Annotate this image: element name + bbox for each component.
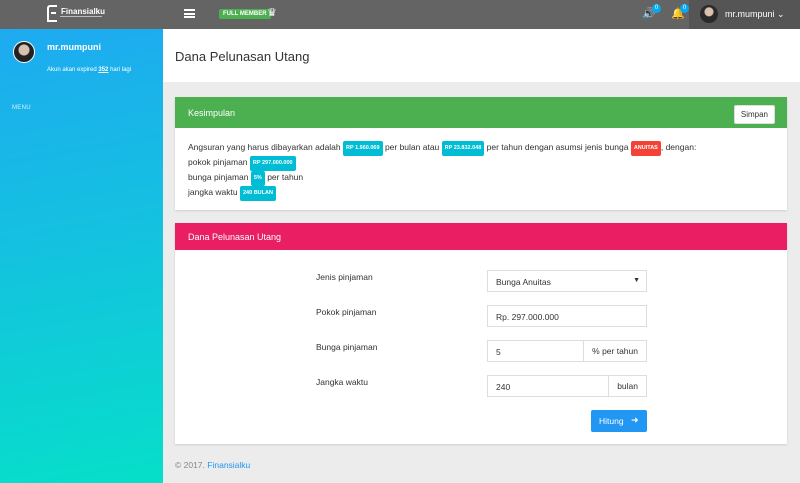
loan-type-label: Jenis pinjaman <box>316 272 373 282</box>
summary-card: Kesimpulan Simpan Angsuran yang harus di… <box>175 97 787 210</box>
arrow-right-icon: ➜ <box>631 415 639 425</box>
sidebar-user-name: mr.mumpuni <box>47 42 102 52</box>
chevron-down-icon: ⌄ <box>777 9 785 19</box>
account-expiry-text: Akun akan expired 352 hari lagi <box>47 67 132 73</box>
term-input[interactable]: 240 bulan <box>487 375 647 397</box>
sidebar-avatar <box>13 41 35 63</box>
monthly-installment-tag: RP 1.960.069 <box>343 141 383 156</box>
hamburger-menu-icon[interactable] <box>184 9 195 18</box>
loan-form-title: Dana Pelunasan Utang <box>188 232 282 242</box>
brand-name: Finansialku <box>61 7 106 16</box>
interest-rate-input[interactable]: 5 % per tahun <box>487 340 647 362</box>
interest-type-tag: ANUITAS <box>630 141 661 156</box>
term-unit-addon: bulan <box>608 376 646 396</box>
loan-form-card: Dana Pelunasan Utang Jenis pinjaman Bung… <box>175 223 787 444</box>
loan-type-select[interactable]: Bunga Anuitas ▼ <box>487 270 647 292</box>
yearly-installment-tag: RP 23.832.048 <box>441 141 485 156</box>
logo-icon <box>47 5 57 22</box>
summary-title: Kesimpulan <box>188 108 236 118</box>
user-menu[interactable]: mr.mumpuni ⌄ <box>689 0 800 29</box>
brand-logo[interactable]: Finansialku <box>47 5 105 22</box>
avatar <box>700 5 718 23</box>
summary-card-header: Kesimpulan Simpan <box>175 97 787 128</box>
loan-form-header: Dana Pelunasan Utang <box>175 223 787 250</box>
summary-text: Angsuran yang harus dibayarkan adalah RP… <box>188 141 696 201</box>
rate-tag: 5% <box>250 171 265 186</box>
term-label: Jangka waktu <box>316 377 368 387</box>
footer: © 2017. Finansialku <box>175 460 251 470</box>
footer-link[interactable]: Finansialku <box>207 460 250 470</box>
brand-underline <box>60 16 102 17</box>
principal-input[interactable]: Rp. 297.000.000 <box>487 305 647 327</box>
rate-unit-addon: % per tahun <box>583 341 646 361</box>
user-name: mr.mumpuni ⌄ <box>725 9 785 19</box>
page-title: Dana Pelunasan Utang <box>175 49 310 64</box>
sidebar: mr.mumpuni Akun akan expired 352 hari la… <box>0 29 163 483</box>
save-button[interactable]: Simpan <box>733 105 775 124</box>
top-navbar: Finansialku FULL MEMBER ♛ 🔊 0 🔔 0 mr.mum… <box>0 0 800 29</box>
speaker-count-badge: 0 <box>652 4 661 13</box>
interest-rate-label: Bunga pinjaman <box>316 342 378 352</box>
crown-icon: ♛ <box>267 7 277 19</box>
principal-label: Pokok pinjaman <box>316 307 377 317</box>
principal-tag: RP 297.000.000 <box>249 156 296 171</box>
member-badge: FULL MEMBER <box>219 9 271 19</box>
term-tag: 240 BULAN <box>240 186 276 201</box>
calculate-button[interactable]: Hitung ➜ <box>591 410 647 432</box>
sidebar-menu-heading: MENU <box>12 105 31 111</box>
chevron-down-icon: ▼ <box>633 277 640 284</box>
page-header: Dana Pelunasan Utang <box>163 29 800 82</box>
bell-count-badge: 0 <box>680 4 689 13</box>
